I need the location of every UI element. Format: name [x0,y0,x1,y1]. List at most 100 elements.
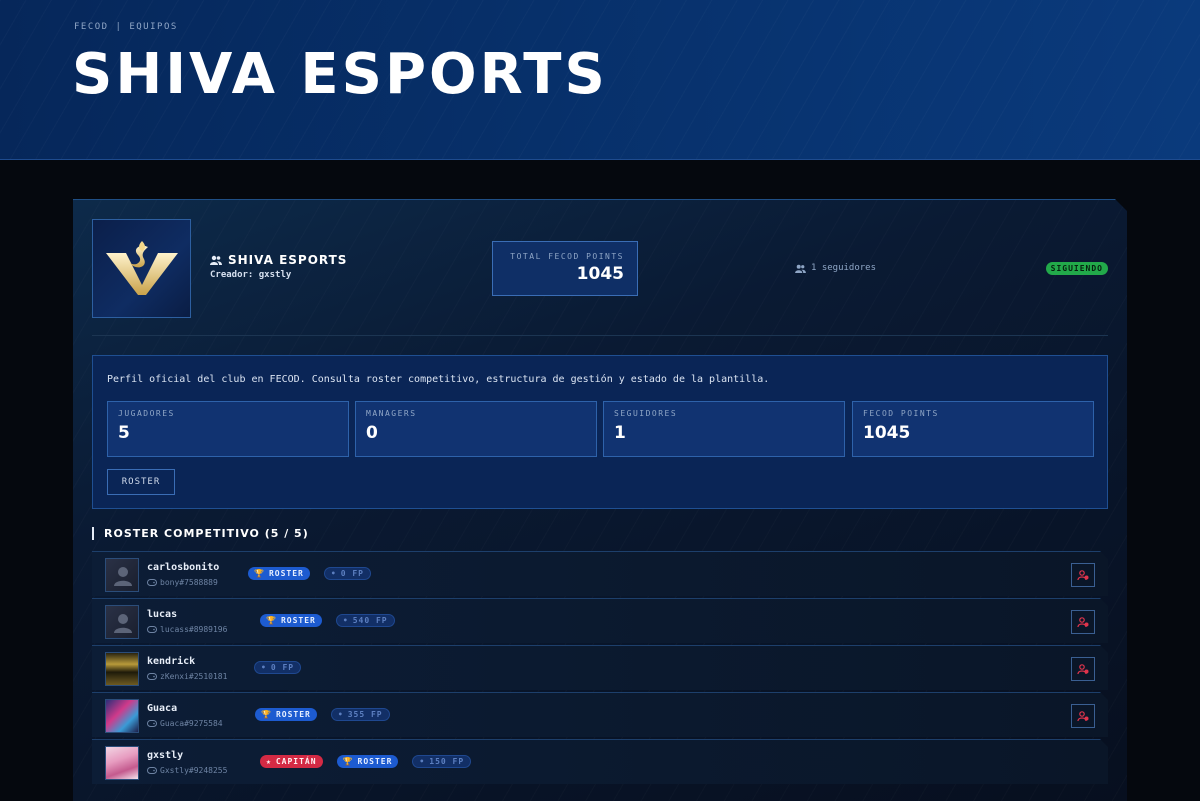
trophy-icon: 🏆 [261,710,272,719]
breadcrumb: FECOD | EQUIPOS [74,22,178,32]
stat-value: 1 [614,423,626,443]
player-tag-text: lucass#8989196 [160,625,228,634]
roster-row[interactable]: lucas lucass#8989196 🏆 ROSTER • 540 FP [92,598,1108,643]
team-card: SHIVA ESPORTS Creador: gxstly TOTAL FECO… [73,199,1127,801]
player-tag: lucass#8989196 [147,625,227,634]
player-tag-text: Gxstly#9248255 [160,766,228,775]
remove-user-icon [1077,617,1089,627]
roster-badge-label: ROSTER [268,569,304,578]
team-logo-emblem [102,239,182,299]
player-tag-text: Guaca#9275584 [160,719,223,728]
followers-count: 1 seguidores [795,263,876,273]
avatar [105,699,139,733]
roster-row[interactable]: carlosbonito bony#7588889 🏆 ROSTER • 0 F… [92,551,1108,596]
player-name[interactable]: lucas [147,609,177,620]
stat-fecod-points: FECOD POINTS 1045 [852,401,1094,457]
dot-icon: • [419,757,426,766]
roster-badge-label: ROSTER [275,710,311,719]
player-tag-text: bony#7588889 [160,578,218,587]
stat-managers: MANAGERS 0 [355,401,597,457]
header-banner: FECOD | EQUIPOS SHIVA ESPORTS [0,0,1200,160]
points-badge-label: 0 FP [340,569,364,578]
points-badge: • 0 FP [324,567,371,580]
points-badge-label: 355 FP [347,710,383,719]
stat-value: 1045 [863,423,911,443]
avatar [105,746,139,780]
roster-badge: 🏆 ROSTER [255,708,317,721]
gamepad-icon [147,673,157,680]
roster-badge: 🏆 ROSTER [337,755,399,768]
remove-player-button[interactable] [1071,657,1095,681]
badges: 🏆 ROSTER • 540 FP [260,614,395,627]
player-name[interactable]: kendrick [147,656,195,667]
stat-value: 0 [366,423,378,443]
dot-icon: • [330,569,337,578]
gamepad-icon [147,579,157,586]
points-badge-label: 150 FP [429,757,465,766]
team-logo [92,219,191,318]
player-name[interactable]: carlosbonito [147,562,219,573]
dot-icon: • [261,663,267,672]
roster-section-title: ROSTER COMPETITIVO (5 / 5) [92,527,309,540]
player-name[interactable]: gxstly [147,750,183,761]
points-badge: • 150 FP [412,755,471,768]
roster-badge: 🏆 ROSTER [248,567,310,580]
points-badge-label: 540 FP [352,616,388,625]
remove-player-button[interactable] [1071,563,1095,587]
roster-button[interactable]: ROSTER [107,469,175,495]
player-tag: Gxstly#9248255 [147,766,227,775]
followers-text: 1 seguidores [811,263,877,273]
captain-badge: ★ CAPITÁN [260,755,323,768]
player-name[interactable]: Guaca [147,703,177,714]
player-tag: zKenxi#2510181 [147,672,227,681]
total-points-label: TOTAL FECOD POINTS [510,252,624,261]
player-tag: bony#7588889 [147,578,218,587]
dot-icon: • [342,616,349,625]
default-avatar-icon [106,559,139,592]
roster-badge-label: ROSTER [280,616,316,625]
points-badge-label: 0 FP [270,663,295,672]
club-description: Perfil oficial del club en FECOD. Consul… [107,374,770,385]
club-info-panel: Perfil oficial del club en FECOD. Consul… [92,355,1108,509]
trophy-icon: 🏆 [266,616,277,625]
roster-row[interactable]: Guaca Guaca#9275584 🏆 ROSTER • 355 FP [92,692,1108,737]
total-points-box: TOTAL FECOD POINTS 1045 [492,241,638,296]
stat-label: SEGUIDORES [614,409,678,418]
star-icon: ★ [266,757,272,766]
trophy-icon: 🏆 [342,757,354,766]
avatar [105,652,139,686]
page-title: SHIVA ESPORTS [72,42,608,107]
roster-row[interactable]: gxstly Gxstly#9248255 ★ CAPITÁN 🏆 ROSTER… [92,739,1108,784]
stat-label: FECOD POINTS [863,409,939,418]
users-icon [795,264,806,273]
team-name: SHIVA ESPORTS [228,253,348,267]
following-badge[interactable]: SIGUIENDO [1046,262,1108,275]
badges: 🏆 ROSTER • 355 FP [255,708,390,721]
gamepad-icon [147,626,157,633]
team-creator: Creador: gxstly [210,270,292,280]
stat-label: MANAGERS [366,409,417,418]
player-tag-text: zKenxi#2510181 [160,672,228,681]
roster-badge-label: ROSTER [357,757,393,766]
gamepad-icon [147,767,157,774]
remove-user-icon [1077,711,1089,721]
badges: 🏆 ROSTER • 0 FP [248,567,371,580]
stat-followers: SEGUIDORES 1 [603,401,845,457]
badges: ★ CAPITÁN 🏆 ROSTER • 150 FP [260,755,471,768]
default-avatar-icon [106,606,139,639]
roster-row[interactable]: kendrick zKenxi#2510181 • 0 FP [92,645,1108,690]
remove-player-button[interactable] [1071,704,1095,728]
gamepad-icon [147,720,157,727]
team-name-line: SHIVA ESPORTS [210,253,347,267]
captain-badge-label: CAPITÁN [275,757,317,766]
points-badge: • 0 FP [254,661,301,674]
divider [92,335,1108,336]
points-badge: • 540 FP [336,614,395,627]
badges: • 0 FP [254,661,301,674]
stat-label: JUGADORES [118,409,175,418]
points-badge: • 355 FP [331,708,390,721]
remove-player-button[interactable] [1071,610,1095,634]
stat-players: JUGADORES 5 [107,401,349,457]
remove-user-icon [1077,570,1089,580]
trophy-icon: 🏆 [254,569,265,578]
